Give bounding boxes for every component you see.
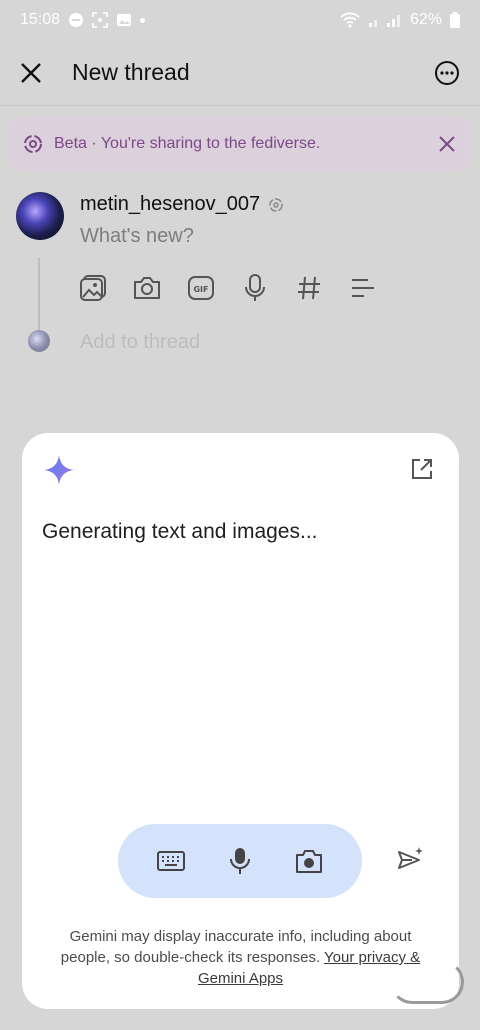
status-time: 15:08 xyxy=(20,11,61,28)
camera-icon[interactable] xyxy=(291,843,327,879)
post-text-input[interactable]: What's new? xyxy=(80,225,194,248)
dnd-icon xyxy=(69,13,84,27)
send-sparkle-icon[interactable] xyxy=(396,846,424,872)
composer-toolbar: GIF xyxy=(76,270,380,306)
status-left: 15:08 xyxy=(20,11,146,29)
add-to-thread-input[interactable]: Add to thread xyxy=(80,331,200,354)
gemini-input-pill xyxy=(118,824,362,898)
keyboard-icon[interactable] xyxy=(153,843,189,879)
avatar xyxy=(28,330,50,352)
hashtag-icon[interactable] xyxy=(292,270,326,306)
wifi-icon xyxy=(340,12,360,28)
status-bar: 15:08 62% xyxy=(0,0,480,40)
username-text: metin_hesenov_007 xyxy=(80,193,261,215)
username: metin_hesenov_007 xyxy=(80,193,284,216)
battery-icon xyxy=(450,12,460,28)
status-right: 62% xyxy=(340,11,460,29)
fediverse-banner: Beta · You're sharing to the fediverse. xyxy=(10,118,469,170)
generating-status: Generating text and images... xyxy=(42,520,318,543)
page-title: New thread xyxy=(72,59,190,85)
microphone-icon[interactable] xyxy=(222,843,258,879)
poll-icon[interactable] xyxy=(346,270,380,306)
close-icon[interactable] xyxy=(20,62,42,84)
disclaimer: Gemini may display inaccurate info, incl… xyxy=(44,926,437,989)
gif-icon[interactable]: GIF xyxy=(184,270,218,306)
battery-percent: 62% xyxy=(409,11,442,28)
signal-icon xyxy=(368,15,400,27)
camera-icon[interactable] xyxy=(130,270,164,306)
screenshot-icon xyxy=(92,12,108,28)
notification-dot-icon xyxy=(140,17,146,23)
fediverse-icon xyxy=(269,197,283,212)
gemini-sheet: Generating text and images... Gemini may… xyxy=(22,433,459,1009)
image-icon xyxy=(117,14,132,26)
gallery-icon[interactable] xyxy=(76,270,110,306)
header: New thread xyxy=(0,40,480,106)
fediverse-icon xyxy=(24,135,42,153)
avatar[interactable] xyxy=(16,192,64,240)
more-options-icon[interactable] xyxy=(434,60,460,86)
close-icon[interactable] xyxy=(437,134,457,154)
open-external-icon[interactable] xyxy=(410,457,434,481)
banner-text: Beta · You're sharing to the fediverse. xyxy=(54,135,321,152)
gemini-sparkle-icon xyxy=(44,455,74,485)
microphone-icon[interactable] xyxy=(238,270,272,306)
fab-edge xyxy=(390,960,464,1004)
svg-text:GIF: GIF xyxy=(193,285,208,294)
